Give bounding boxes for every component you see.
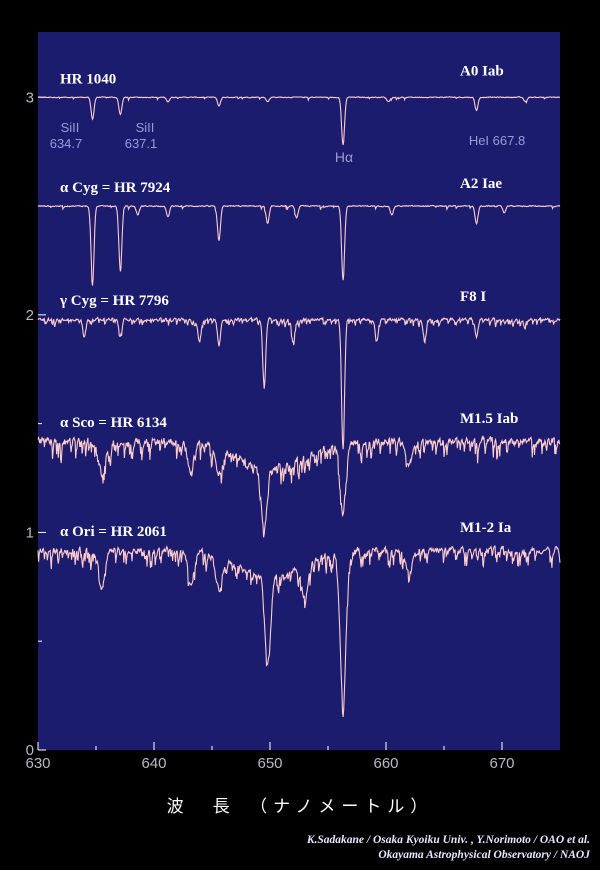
credit-line-2: Okayama Astrophysical Observatory / NAOJ bbox=[378, 849, 590, 861]
spectral-type: M1.5 Iab bbox=[460, 411, 518, 427]
line-annotation: SiII bbox=[61, 120, 80, 135]
y-tick-label: 1 bbox=[26, 524, 34, 541]
star-name: γ Cyg = HR 7796 bbox=[59, 293, 169, 309]
star-name: HR 1040 bbox=[60, 71, 116, 87]
y-tick-label: 0 bbox=[26, 742, 34, 759]
line-annotation-wavelength: 634.7 bbox=[50, 136, 83, 151]
star-name: α Sco = HR 6134 bbox=[60, 415, 167, 431]
spectral-type: A0 Iab bbox=[460, 63, 504, 79]
line-annotation-wavelength: 637.1 bbox=[125, 136, 158, 151]
x-tick-label: 670 bbox=[489, 755, 514, 772]
x-tick-label: 640 bbox=[141, 755, 166, 772]
x-tick-label: 660 bbox=[373, 755, 398, 772]
y-tick-label: 3 bbox=[26, 89, 34, 106]
star-name: α Cyg = HR 7924 bbox=[60, 180, 171, 196]
spectra-chart: 630 640 650 660 6700123 HR 1040 A0 Iabα Cyg =… bbox=[25, 32, 561, 772]
x-axis-label: 波 長 （ナノメートル） bbox=[166, 797, 434, 817]
credit-line-1: K.Sadakane / Osaka Kyoiku Univ. , Y.Nori… bbox=[306, 834, 590, 846]
star-name: α Ori = HR 2061 bbox=[60, 524, 167, 540]
line-annotation: HeI 667.8 bbox=[469, 133, 525, 148]
x-tick-label: 650 bbox=[257, 755, 282, 772]
spectral-type: F8 I bbox=[460, 289, 486, 305]
line-annotation: SiII bbox=[136, 120, 155, 135]
spectral-type: M1-2 Ia bbox=[460, 520, 512, 536]
line-annotation: Hα bbox=[335, 149, 353, 165]
y-tick-label: 2 bbox=[26, 307, 34, 324]
spectral-type: A2 Iae bbox=[460, 176, 502, 192]
